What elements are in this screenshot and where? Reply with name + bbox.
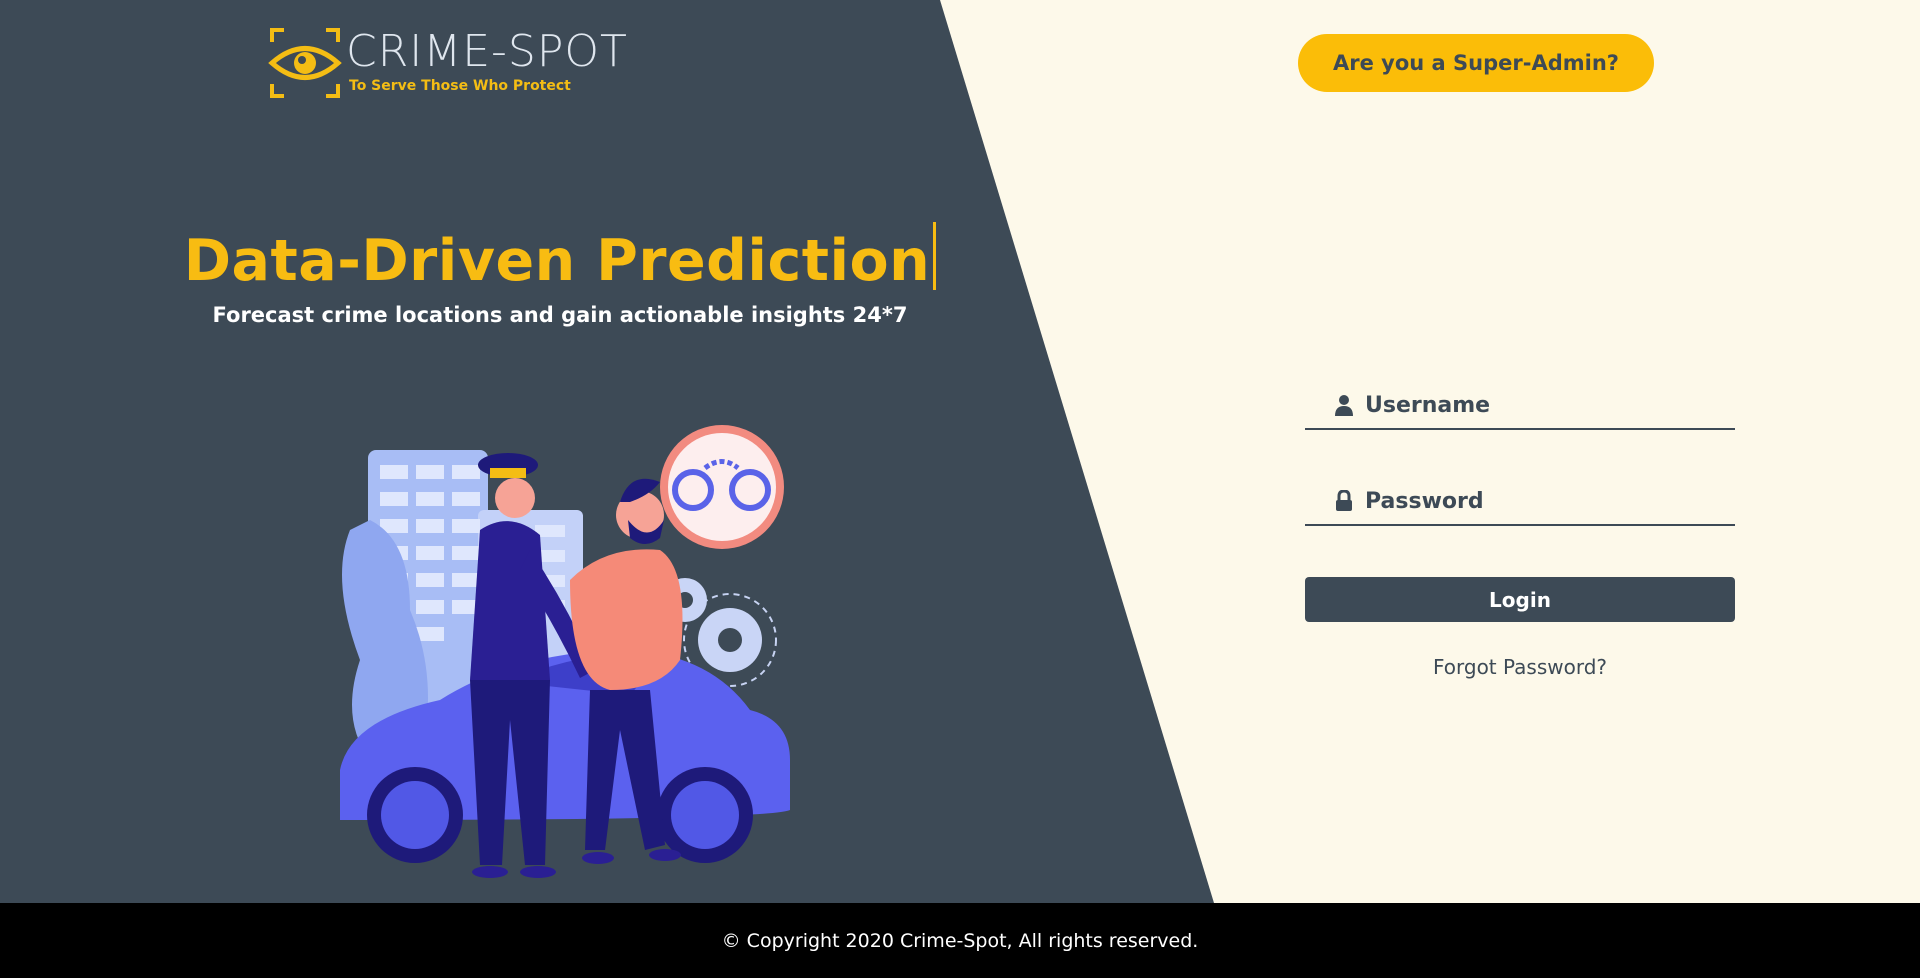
username-input[interactable]	[1365, 382, 1725, 428]
login-button[interactable]: Login	[1305, 577, 1735, 622]
brand-name: CRIME-SPOT	[346, 26, 628, 77]
eye-icon	[268, 28, 342, 98]
user-icon	[1335, 395, 1353, 416]
brand-logo[interactable]: CRIME-SPOT To Serve Those Who Protect	[268, 26, 688, 100]
forgot-password-link[interactable]: Forgot Password?	[1305, 655, 1735, 679]
brand-tagline: To Serve Those Who Protect	[349, 78, 571, 94]
handcuffs-icon	[660, 425, 784, 549]
password-input[interactable]	[1365, 478, 1725, 524]
password-field[interactable]	[1305, 478, 1735, 526]
typing-cursor	[933, 222, 937, 290]
username-field[interactable]	[1305, 382, 1735, 430]
footer: © Copyright 2020 Crime-Spot, All rights …	[0, 903, 1920, 978]
lock-icon	[1336, 490, 1352, 511]
hero-headline-text: Data-Driven Prediction	[183, 228, 931, 294]
police-arrest-illustration	[340, 425, 790, 878]
copyright-text: © Copyright 2020 Crime-Spot, All rights …	[721, 929, 1199, 952]
hero-headline: Data-Driven Prediction	[0, 222, 1120, 294]
super-admin-button[interactable]: Are you a Super-Admin?	[1298, 34, 1654, 92]
left-panel	[0, 0, 1214, 903]
hero-subheadline: Forecast crime locations and gain action…	[212, 303, 908, 327]
